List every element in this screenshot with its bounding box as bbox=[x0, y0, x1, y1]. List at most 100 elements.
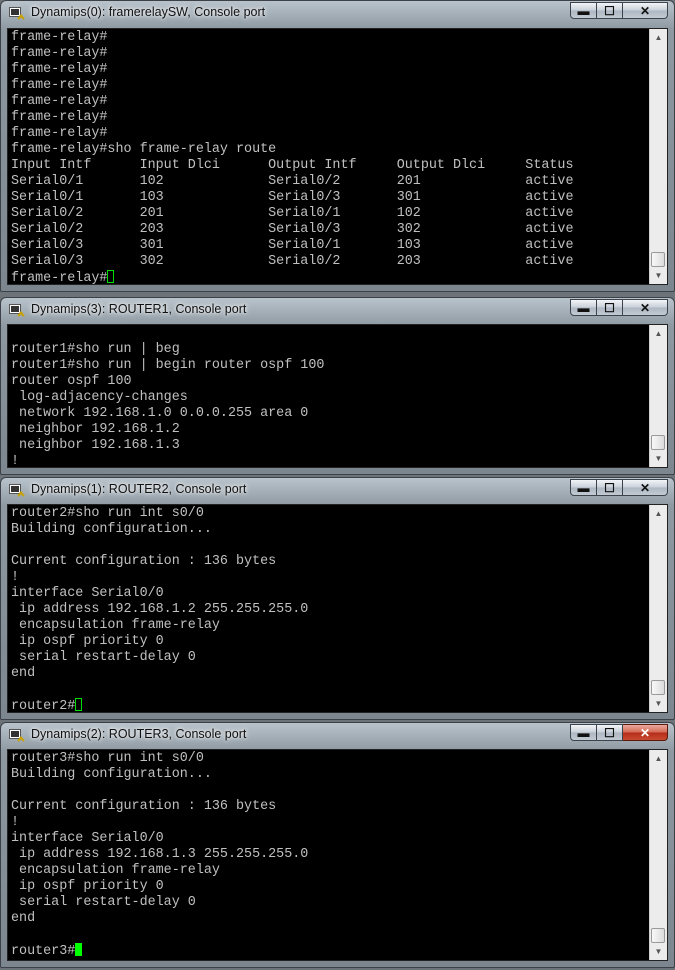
console-line: ip ospf priority 0 bbox=[11, 879, 164, 894]
scrollbar-thumb[interactable] bbox=[651, 435, 665, 450]
console-line: Building configuration... bbox=[11, 522, 212, 537]
console-line: ip address 192.168.1.2 255.255.255.0 bbox=[11, 602, 309, 617]
console-line: frame-relay# bbox=[11, 78, 108, 93]
scroll-down-arrow-icon[interactable]: ▼ bbox=[650, 267, 667, 284]
scroll-up-arrow-icon[interactable]: ▲ bbox=[650, 750, 667, 767]
console-line: Serial0/3 302 Serial0/2 203 active bbox=[11, 254, 574, 269]
console-app-icon[interactable] bbox=[9, 303, 25, 317]
window-controls: ▬ ☐ ✕ bbox=[570, 299, 668, 316]
scrollbar-thumb[interactable] bbox=[651, 928, 665, 943]
maximize-button[interactable]: ☐ bbox=[597, 479, 623, 496]
console-line: neighbor 192.168.1.3 bbox=[11, 438, 180, 453]
window-title: Dynamips(1): ROUTER2, Console port bbox=[31, 482, 247, 496]
console-line: encapsulation frame-relay bbox=[11, 863, 220, 878]
window-controls: ▬ ☐ ✕ bbox=[570, 724, 668, 741]
console-output[interactable]: router1#sho run | beg router1#sho run | … bbox=[11, 326, 647, 467]
console-window-router1[interactable]: Dynamips(3): ROUTER1, Console port ▬ ☐ ✕… bbox=[0, 297, 675, 475]
console-line: serial restart-delay 0 bbox=[11, 895, 196, 910]
console-line: ip ospf priority 0 bbox=[11, 634, 164, 649]
console-line: frame-relay#sho frame-relay route bbox=[11, 142, 277, 157]
console-line: router3#sho run int s0/0 bbox=[11, 751, 204, 766]
title-bar[interactable]: Dynamips(2): ROUTER3, Console port ▬ ☐ ✕ bbox=[1, 723, 674, 747]
console-area[interactable]: router3#sho run int s0/0 Building config… bbox=[7, 749, 668, 961]
console-prompt: router2# bbox=[11, 699, 76, 712]
console-prompt: router3# bbox=[11, 944, 76, 959]
console-line: interface Serial0/0 bbox=[11, 831, 164, 846]
console-window-framerelaysw[interactable]: Dynamips(0): framerelaySW, Console port … bbox=[0, 0, 675, 292]
console-line: frame-relay# bbox=[11, 46, 108, 61]
console-output[interactable]: router3#sho run int s0/0 Building config… bbox=[11, 751, 647, 960]
console-output[interactable]: router2#sho run int s0/0 Building config… bbox=[11, 506, 647, 712]
console-line: frame-relay# bbox=[11, 94, 108, 109]
console-line: serial restart-delay 0 bbox=[11, 650, 196, 665]
console-line: frame-relay# bbox=[11, 62, 108, 77]
console-line: router ospf 100 bbox=[11, 374, 132, 389]
console-line: ! bbox=[11, 815, 20, 830]
console-line: end bbox=[11, 666, 36, 681]
scrollbar-thumb[interactable] bbox=[651, 252, 665, 267]
console-area[interactable]: frame-relay# frame-relay# frame-relay# f… bbox=[7, 28, 668, 285]
console-line: Serial0/1 102 Serial0/2 201 active bbox=[11, 174, 574, 189]
console-line: Serial0/3 301 Serial0/1 103 active bbox=[11, 238, 574, 253]
title-bar[interactable]: Dynamips(3): ROUTER1, Console port ▬ ☐ ✕ bbox=[1, 298, 674, 322]
close-button[interactable]: ✕ bbox=[623, 2, 668, 19]
text-cursor bbox=[107, 270, 115, 283]
console-line: Serial0/2 203 Serial0/3 302 active bbox=[11, 222, 574, 237]
console-app-icon[interactable] bbox=[9, 6, 25, 20]
console-line: Input Intf Input Dlci Output Intf Output… bbox=[11, 158, 574, 173]
scroll-up-arrow-icon[interactable]: ▲ bbox=[650, 29, 667, 46]
maximize-button[interactable]: ☐ bbox=[597, 299, 623, 316]
console-app-icon[interactable] bbox=[9, 483, 25, 497]
console-window-router3[interactable]: Dynamips(2): ROUTER3, Console port ▬ ☐ ✕… bbox=[0, 722, 675, 968]
window-controls: ▬ ☐ ✕ bbox=[570, 2, 668, 19]
console-line: frame-relay# bbox=[11, 126, 108, 141]
minimize-button[interactable]: ▬ bbox=[570, 299, 597, 316]
console-line: network 192.168.1.0 0.0.0.255 area 0 bbox=[11, 406, 309, 421]
console-line: Building configuration... bbox=[11, 767, 212, 782]
vertical-scrollbar[interactable]: ▲ ▼ bbox=[649, 29, 667, 284]
maximize-button[interactable]: ☐ bbox=[597, 724, 623, 741]
scrollbar-thumb[interactable] bbox=[651, 680, 665, 695]
window-controls: ▬ ☐ ✕ bbox=[570, 479, 668, 496]
console-line: ! bbox=[11, 454, 20, 467]
vertical-scrollbar[interactable]: ▲ ▼ bbox=[649, 750, 667, 960]
scroll-down-arrow-icon[interactable]: ▼ bbox=[650, 943, 667, 960]
console-prompt: frame-relay# bbox=[11, 271, 108, 284]
console-line: frame-relay# bbox=[11, 110, 108, 125]
console-window-router2[interactable]: Dynamips(1): ROUTER2, Console port ▬ ☐ ✕… bbox=[0, 477, 675, 720]
console-line: ! bbox=[11, 570, 20, 585]
scroll-down-arrow-icon[interactable]: ▼ bbox=[650, 695, 667, 712]
scroll-up-arrow-icon[interactable]: ▲ bbox=[650, 325, 667, 342]
console-area[interactable]: router2#sho run int s0/0 Building config… bbox=[7, 504, 668, 713]
window-title: Dynamips(0): framerelaySW, Console port bbox=[31, 5, 266, 19]
maximize-button[interactable]: ☐ bbox=[597, 2, 623, 19]
minimize-button[interactable]: ▬ bbox=[570, 724, 597, 741]
close-button[interactable]: ✕ bbox=[623, 479, 668, 496]
close-button[interactable]: ✕ bbox=[623, 299, 668, 316]
console-line: encapsulation frame-relay bbox=[11, 618, 220, 633]
console-output[interactable]: frame-relay# frame-relay# frame-relay# f… bbox=[11, 30, 647, 284]
console-line: interface Serial0/0 bbox=[11, 586, 164, 601]
close-button[interactable]: ✕ bbox=[623, 724, 668, 741]
console-line: ip address 192.168.1.3 255.255.255.0 bbox=[11, 847, 309, 862]
scroll-up-arrow-icon[interactable]: ▲ bbox=[650, 505, 667, 522]
title-bar[interactable]: Dynamips(0): framerelaySW, Console port … bbox=[1, 1, 674, 25]
vertical-scrollbar[interactable]: ▲ ▼ bbox=[649, 325, 667, 467]
title-bar[interactable]: Dynamips(1): ROUTER2, Console port ▬ ☐ ✕ bbox=[1, 478, 674, 502]
console-line: router2#sho run int s0/0 bbox=[11, 506, 204, 521]
scroll-down-arrow-icon[interactable]: ▼ bbox=[650, 450, 667, 467]
console-line: Serial0/1 103 Serial0/3 301 active bbox=[11, 190, 574, 205]
console-line: Serial0/2 201 Serial0/1 102 active bbox=[11, 206, 574, 221]
vertical-scrollbar[interactable]: ▲ ▼ bbox=[649, 505, 667, 712]
console-app-icon[interactable] bbox=[9, 728, 25, 742]
text-cursor bbox=[75, 698, 83, 711]
console-area[interactable]: router1#sho run | beg router1#sho run | … bbox=[7, 324, 668, 468]
minimize-button[interactable]: ▬ bbox=[570, 2, 597, 19]
console-line: neighbor 192.168.1.2 bbox=[11, 422, 180, 437]
text-cursor bbox=[75, 943, 83, 956]
console-line: Current configuration : 136 bytes bbox=[11, 799, 277, 814]
console-line: router1#sho run | begin router ospf 100 bbox=[11, 358, 325, 373]
window-title: Dynamips(3): ROUTER1, Console port bbox=[31, 302, 247, 316]
console-line: Current configuration : 136 bytes bbox=[11, 554, 277, 569]
minimize-button[interactable]: ▬ bbox=[570, 479, 597, 496]
